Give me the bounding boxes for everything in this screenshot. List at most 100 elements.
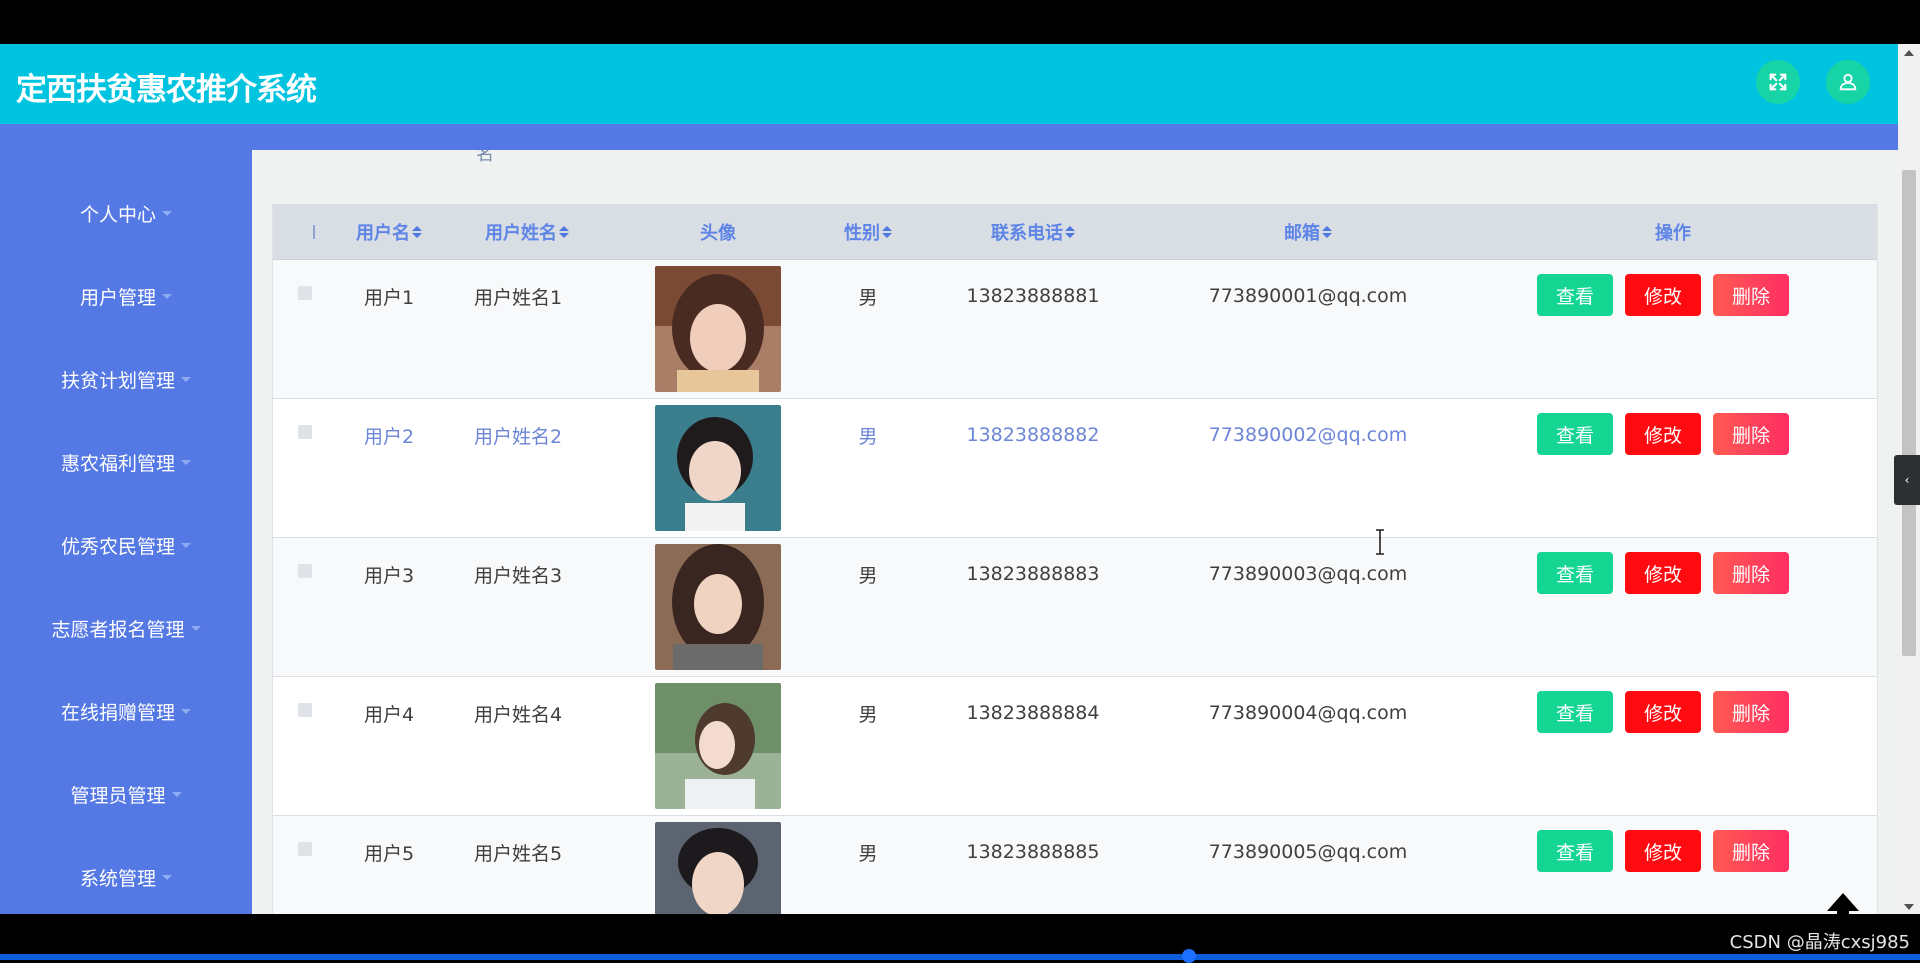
- avatar: [655, 683, 781, 809]
- cell-realname: 用户姓名2: [473, 425, 563, 448]
- cell-realname: 用户姓名1: [473, 286, 563, 309]
- cell-gender: 男: [858, 564, 878, 587]
- sidebar-item-donations[interactable]: 在线捐赠管理: [0, 691, 252, 731]
- column-header-username[interactable]: 用户名: [345, 204, 433, 260]
- edit-button[interactable]: 修改: [1625, 274, 1701, 316]
- column-label: 用户名: [356, 223, 410, 244]
- view-button[interactable]: 查看: [1537, 413, 1613, 455]
- edit-button[interactable]: 修改: [1625, 830, 1701, 872]
- sidebar-item-label: 扶贫计划管理: [60, 369, 175, 392]
- row-checkbox[interactable]: [298, 703, 312, 717]
- column-header-avatar: 头像: [673, 204, 763, 260]
- avatar: [655, 544, 781, 670]
- row-checkbox[interactable]: [298, 425, 312, 439]
- sidebar-item-admins[interactable]: 管理员管理: [0, 774, 252, 814]
- column-header-email[interactable]: 邮箱: [1253, 204, 1363, 260]
- cell-realname: 用户姓名3: [473, 564, 563, 587]
- table-header: 用户名 用户姓名 头像 性别 联系电话 邮箱 操作: [273, 204, 1877, 260]
- row-checkbox[interactable]: [298, 842, 312, 856]
- fullscreen-icon: [1769, 73, 1787, 91]
- sidebar-item-poverty-plan[interactable]: 扶贫计划管理: [0, 359, 252, 399]
- chevron-down-icon: [181, 708, 191, 714]
- chevron-down-icon: [162, 293, 172, 299]
- cell-gender: 男: [858, 425, 878, 448]
- chevron-down-icon: [181, 459, 191, 465]
- row-checkbox[interactable]: [298, 564, 312, 578]
- scroll-up-icon[interactable]: [1904, 50, 1914, 56]
- cell-username: 用户5: [363, 842, 415, 865]
- delete-button[interactable]: 删除: [1713, 552, 1789, 594]
- sidebar-item-label: 用户管理: [79, 286, 156, 309]
- sidebar-item-welfare[interactable]: 惠农福利管理: [0, 442, 252, 482]
- chevron-down-icon: [171, 791, 182, 797]
- cell-username: 用户2: [363, 425, 415, 448]
- delete-button[interactable]: 删除: [1713, 691, 1789, 733]
- table-row: 用户3 用户姓名3 男 13823888883 773890003@qq.com…: [273, 538, 1877, 677]
- back-to-top-button[interactable]: [1816, 886, 1870, 914]
- cell-realname: 用户姓名5: [473, 842, 563, 865]
- app-title: 定西扶贫惠农推介系统: [16, 72, 317, 108]
- sort-icon: [1322, 226, 1332, 238]
- row-checkbox[interactable]: [298, 286, 312, 300]
- cell-email: 773890005@qq.com: [1208, 841, 1408, 863]
- table-row: 用户2 用户姓名2 男 13823888882 773890002@qq.com…: [273, 399, 1877, 538]
- cell-realname: 用户姓名4: [473, 703, 563, 726]
- cell-username: 用户3: [363, 564, 415, 587]
- scrollbar-thumb[interactable]: [1902, 170, 1916, 656]
- select-all-checkbox[interactable]: [313, 225, 315, 239]
- column-label: 用户姓名: [485, 223, 557, 244]
- sidebar-item-volunteers[interactable]: 志愿者报名管理: [0, 608, 252, 648]
- edit-button[interactable]: 修改: [1625, 413, 1701, 455]
- column-header-realname[interactable]: 用户姓名: [473, 204, 581, 260]
- collapse-panel-tab[interactable]: ‹: [1894, 455, 1920, 505]
- arrow-up-icon: [1827, 893, 1859, 914]
- cell-email: 773890003@qq.com: [1208, 563, 1408, 585]
- sidebar: 个人中心 用户管理 扶贫计划管理 惠农福利管理 优秀农民管理 志愿者报名管理 在…: [0, 150, 252, 914]
- edit-button[interactable]: 修改: [1625, 691, 1701, 733]
- cell-email: 773890002@qq.com: [1208, 424, 1408, 446]
- users-table: 用户名 用户姓名 头像 性别 联系电话 邮箱 操作 用户1 用户姓名1 男 13…: [272, 204, 1878, 914]
- screen-frame: 定西扶贫惠农推介系统 个人中心 用户管理 扶贫计划管理 惠农福利管理 优秀农民管…: [0, 0, 1920, 963]
- cell-username: 用户4: [363, 703, 415, 726]
- delete-button[interactable]: 删除: [1713, 830, 1789, 872]
- sidebar-item-label: 个人中心: [79, 203, 156, 226]
- sidebar-item-label: 惠农福利管理: [60, 452, 175, 475]
- delete-button[interactable]: 删除: [1713, 413, 1789, 455]
- column-label: 邮箱: [1284, 223, 1320, 244]
- user-button[interactable]: [1826, 60, 1870, 104]
- view-button[interactable]: 查看: [1537, 830, 1613, 872]
- column-header-actions: 操作: [1623, 204, 1723, 260]
- sidebar-item-label: 管理员管理: [70, 784, 166, 807]
- column-label: 头像: [700, 223, 736, 244]
- cell-phone: 13823888882: [966, 424, 1100, 446]
- cell-gender: 男: [858, 842, 878, 865]
- chevron-down-icon: [162, 874, 172, 880]
- edit-button[interactable]: 修改: [1625, 552, 1701, 594]
- sidebar-item-label: 在线捐赠管理: [60, 701, 175, 724]
- cell-phone: 13823888881: [966, 285, 1100, 307]
- scroll-down-icon[interactable]: [1904, 904, 1914, 910]
- sidebar-item-label: 系统管理: [79, 867, 156, 890]
- delete-button[interactable]: 删除: [1713, 274, 1789, 316]
- sidebar-item-label: 优秀农民管理: [60, 535, 175, 558]
- sidebar-item-users[interactable]: 用户管理: [0, 276, 252, 316]
- cell-phone: 13823888883: [966, 563, 1100, 585]
- view-button[interactable]: 查看: [1537, 274, 1613, 316]
- cell-email: 773890004@qq.com: [1208, 702, 1408, 724]
- sidebar-item-farmers[interactable]: 优秀农民管理: [0, 525, 252, 565]
- sidebar-item-system[interactable]: 系统管理: [0, 857, 252, 897]
- video-progress-line[interactable]: [0, 954, 1920, 960]
- chevron-down-icon: [162, 210, 172, 216]
- fullscreen-button[interactable]: [1756, 60, 1800, 104]
- chevron-left-icon: ‹: [1904, 473, 1910, 487]
- column-header-phone[interactable]: 联系电话: [963, 204, 1103, 260]
- view-button[interactable]: 查看: [1537, 691, 1613, 733]
- video-progress-knob[interactable]: [1182, 949, 1196, 963]
- view-button[interactable]: 查看: [1537, 552, 1613, 594]
- column-label: 性别: [844, 223, 880, 244]
- watermark: CSDN @晶涛cxsj985: [1729, 932, 1910, 953]
- column-header-gender[interactable]: 性别: [833, 204, 903, 260]
- sidebar-item-personal-center[interactable]: 个人中心: [0, 193, 252, 233]
- column-label: 联系电话: [991, 223, 1063, 244]
- top-header: 定西扶贫惠农推介系统: [0, 44, 1898, 124]
